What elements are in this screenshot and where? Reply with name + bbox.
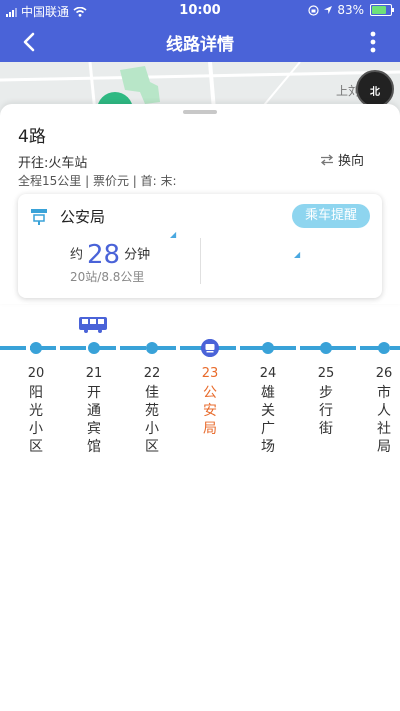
switch-direction-label: 换向	[337, 154, 364, 169]
stop-name: 开 通 宾 馆	[87, 385, 101, 455]
ride-reminder-button[interactable]: 乘车提醒	[292, 204, 370, 228]
stop-number: 23	[201, 366, 219, 381]
rotation-lock-icon	[308, 4, 319, 16]
stop-number: 22	[143, 366, 161, 381]
battery-percent: 83%	[337, 3, 364, 17]
switch-direction-button[interactable]: 换向	[320, 150, 364, 169]
eta-suffix: 分钟	[124, 247, 151, 263]
route-direction: 开往:火车站	[18, 156, 88, 171]
status-right: 83%	[308, 3, 394, 17]
route-info: 全程15公里 | 票价元 | 首: 末:	[18, 174, 177, 188]
card-divider	[200, 238, 201, 284]
stop-name: 市 人 社 局	[377, 385, 391, 455]
stop-dot	[30, 342, 42, 354]
route-track	[0, 346, 400, 350]
eta-block: ◢ 约 28 分钟 20站/8.8公里	[70, 230, 190, 285]
station-sign-icon	[31, 209, 47, 225]
stop-number: 26	[375, 366, 393, 381]
bus-stop-badge-icon	[201, 339, 219, 357]
route-name: 4路	[18, 127, 46, 147]
stop-name: 步 行 街	[319, 385, 333, 437]
stop-name: 公 安 局	[203, 385, 217, 437]
nav-bar: 线路详情	[0, 20, 400, 62]
eta-prefix: 约	[70, 247, 84, 263]
stop-name: 雄 关 广 场	[261, 385, 275, 455]
stop-dot	[378, 342, 390, 354]
swap-icon	[320, 154, 333, 165]
stop-dot	[88, 342, 100, 354]
stop-card-station-name: 公安局	[60, 208, 106, 226]
compass-icon[interactable]: 北	[356, 70, 394, 108]
realtime-signal-icon: ◢	[170, 230, 177, 239]
stop-dot	[146, 342, 158, 354]
sheet-handle[interactable]	[183, 110, 217, 114]
stop-number: 21	[85, 366, 103, 381]
route-line: 20 阳 光 小 区 21 开 通 宾 馆 22 佳 苑 小 区 23 公 安 …	[0, 310, 400, 470]
stop-dot	[320, 342, 332, 354]
stop-name: 阳 光 小 区	[29, 385, 43, 455]
battery-icon	[370, 4, 394, 16]
bus-icon[interactable]	[78, 316, 110, 334]
stop-name: 佳 苑 小 区	[145, 385, 159, 455]
stop-number: 20	[27, 366, 45, 381]
more-options-icon[interactable]	[366, 28, 380, 56]
eta-minutes: 28	[87, 240, 121, 270]
location-icon	[324, 6, 333, 14]
status-bar: 中国联通 10:00 83%	[0, 0, 400, 20]
stop-number: 24	[259, 366, 277, 381]
page-title: 线路详情	[166, 35, 234, 55]
eta-detail: 20站/8.8公里	[70, 270, 145, 284]
stop-number: 25	[317, 366, 335, 381]
selected-stop-card[interactable]: 公安局 乘车提醒 ◢ 约 28 分钟 20站/8.8公里 ◢	[18, 194, 382, 298]
realtime-signal-icon-2: ◢	[294, 250, 301, 259]
stop-dot	[262, 342, 274, 354]
compass-north-label: 北	[370, 87, 380, 98]
